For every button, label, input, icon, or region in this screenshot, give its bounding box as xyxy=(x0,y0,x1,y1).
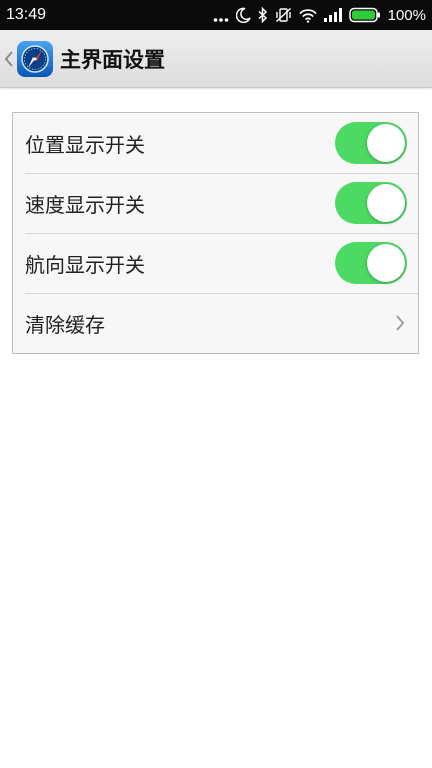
status-icons: 100% xyxy=(213,6,426,24)
more-dots-icon xyxy=(213,6,229,24)
heading-display-toggle[interactable] xyxy=(335,242,407,284)
setting-row-speed: 速度显示开关 xyxy=(13,173,418,233)
battery-percent: 100% xyxy=(387,6,426,24)
bluetooth-icon xyxy=(258,6,268,24)
setting-label: 清除缓存 xyxy=(25,312,105,337)
clear-cache-row[interactable]: 清除缓存 xyxy=(13,293,418,353)
compass-icon[interactable] xyxy=(16,40,54,78)
setting-row-heading: 航向显示开关 xyxy=(13,233,418,293)
setting-label: 航向显示开关 xyxy=(25,252,145,277)
status-bar: 13:49 100% xyxy=(0,0,432,30)
toggle-knob xyxy=(367,244,405,282)
moon-icon xyxy=(235,6,251,24)
status-time: 13:49 xyxy=(6,6,47,23)
setting-label: 位置显示开关 xyxy=(25,132,145,157)
chevron-right-icon xyxy=(393,313,407,333)
signal-icon xyxy=(323,6,342,24)
toggle-knob xyxy=(367,184,405,222)
setting-label: 速度显示开关 xyxy=(25,192,145,217)
vibrate-off-icon xyxy=(275,6,292,24)
setting-row-position: 位置显示开关 xyxy=(13,113,418,173)
toggle-knob xyxy=(367,124,405,162)
speed-display-toggle[interactable] xyxy=(335,182,407,224)
settings-card: 位置显示开关 速度显示开关 航向显示开关 清除缓存 xyxy=(12,112,419,354)
chevron-left-icon[interactable] xyxy=(2,30,16,88)
position-display-toggle[interactable] xyxy=(335,122,407,164)
title-bar: 主界面设置 xyxy=(0,30,432,88)
battery-icon xyxy=(348,6,381,24)
wifi-icon xyxy=(299,6,317,24)
page-title: 主界面设置 xyxy=(60,47,165,72)
